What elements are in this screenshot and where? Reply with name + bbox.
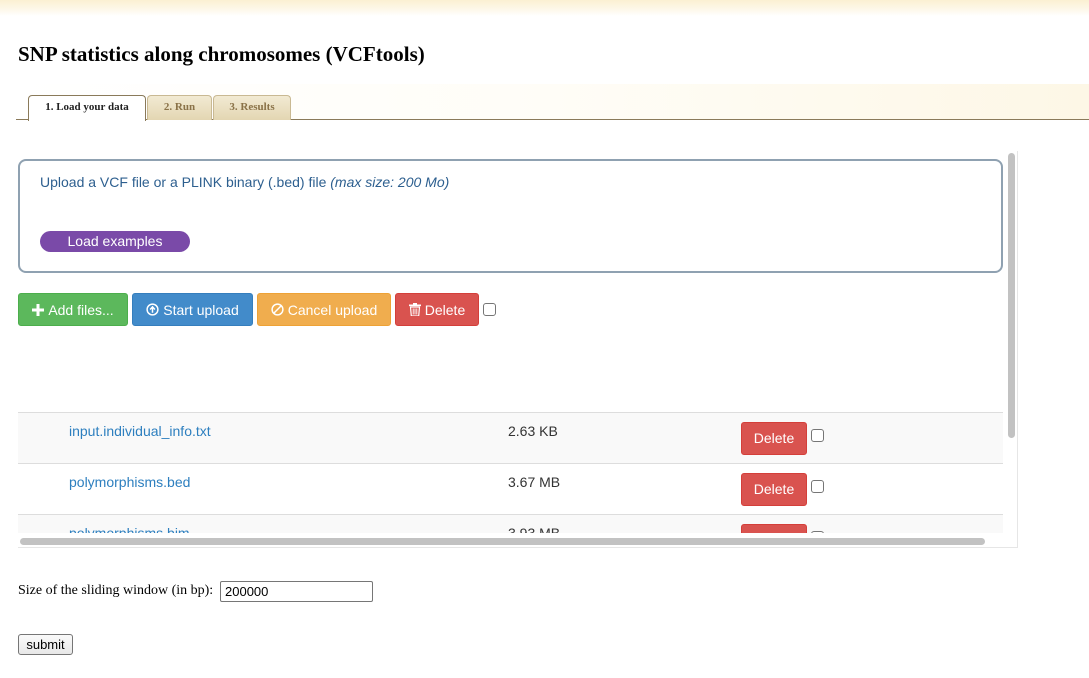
file-name-link[interactable]: input.individual_info.txt bbox=[69, 423, 211, 439]
tab-bar: 1. Load your data 2. Run 3. Results bbox=[16, 84, 1089, 121]
file-row: input.individual_info.txt 2.63 KB Delete bbox=[18, 412, 1003, 463]
file-delete-button[interactable]: Delete bbox=[741, 473, 807, 506]
file-select-checkbox[interactable] bbox=[811, 480, 824, 493]
load-examples-button[interactable]: Load examples bbox=[40, 231, 190, 252]
delete-label: Delete bbox=[424, 302, 466, 318]
file-delete-button[interactable]: Delete bbox=[741, 524, 807, 533]
top-banner-glow bbox=[0, 0, 1089, 16]
add-files-label: Add files... bbox=[48, 302, 114, 318]
start-upload-button[interactable]: Start upload bbox=[132, 293, 253, 326]
file-row: polymorphisms.bed 3.67 MB Delete bbox=[18, 463, 1003, 514]
window-size-label: Size of the sliding window (in bp): bbox=[18, 583, 214, 598]
file-name-link[interactable]: polymorphisms.bed bbox=[69, 474, 190, 490]
file-select-checkbox[interactable] bbox=[811, 531, 824, 533]
cancel-upload-label: Cancel upload bbox=[287, 302, 378, 318]
file-delete-button[interactable]: Delete bbox=[741, 422, 807, 455]
upload-circle-icon bbox=[146, 295, 159, 328]
select-all-checkbox[interactable] bbox=[483, 303, 496, 316]
upload-instruction: Upload a VCF file or a PLINK binary (.be… bbox=[40, 174, 449, 190]
page-title: SNP statistics along chromosomes (VCFtoo… bbox=[18, 42, 425, 66]
start-upload-label: Start upload bbox=[163, 302, 239, 318]
file-select-checkbox[interactable] bbox=[811, 429, 824, 442]
file-size: 2.63 KB bbox=[508, 423, 558, 439]
submit-button[interactable]: submit bbox=[18, 634, 73, 655]
ban-icon bbox=[271, 295, 284, 328]
file-size: 3.67 MB bbox=[508, 474, 561, 490]
file-row: polymorphisms.bim 3.93 MB Delete bbox=[18, 514, 1003, 533]
window-size-input[interactable] bbox=[220, 581, 373, 602]
cancel-upload-button[interactable]: Cancel upload bbox=[257, 293, 391, 326]
trash-icon bbox=[408, 295, 421, 328]
file-size: 3.93 MB bbox=[508, 525, 561, 533]
vertical-scrollbar[interactable] bbox=[1008, 153, 1015, 438]
tab-run[interactable]: 2. Run bbox=[147, 95, 212, 120]
tab-load-your-data[interactable]: 1. Load your data bbox=[28, 95, 146, 121]
max-size-note: (max size: 200 Mo) bbox=[330, 174, 450, 190]
horizontal-scrollbar[interactable] bbox=[20, 538, 985, 545]
file-name-link[interactable]: polymorphisms.bim bbox=[69, 525, 190, 533]
upload-instruction-text: Upload a VCF file or a PLINK binary (.be… bbox=[40, 174, 327, 190]
delete-selected-button[interactable]: Delete bbox=[395, 293, 479, 326]
tab-results[interactable]: 3. Results bbox=[213, 95, 291, 120]
plus-icon bbox=[32, 295, 45, 328]
add-files-button[interactable]: Add files... bbox=[18, 293, 128, 326]
upload-panel: Upload a VCF file or a PLINK binary (.be… bbox=[18, 159, 1003, 273]
file-list: input.individual_info.txt 2.63 KB Delete… bbox=[18, 412, 1003, 533]
